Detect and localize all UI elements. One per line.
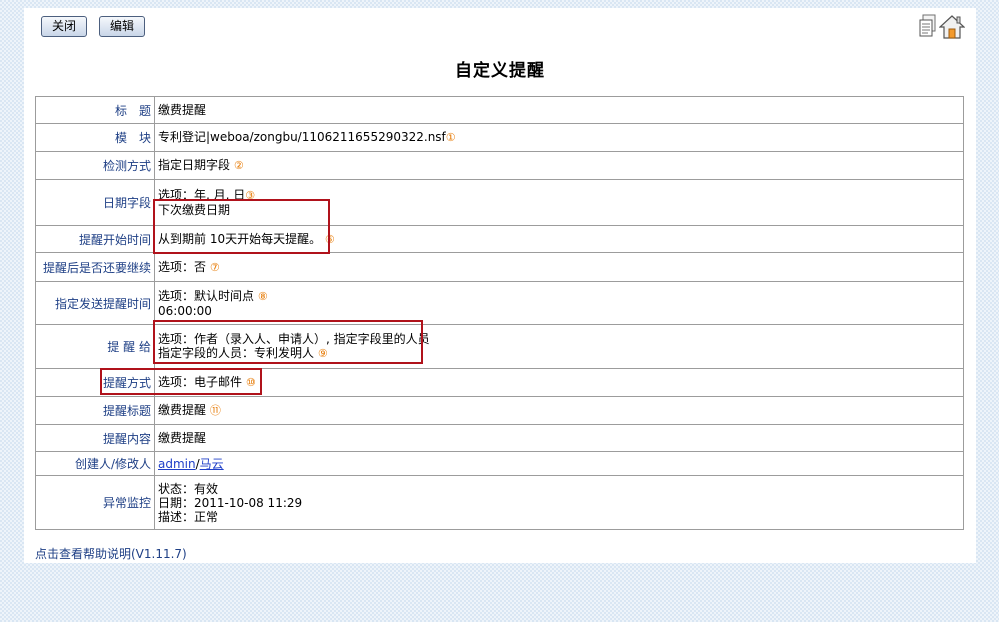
continue-value: 选项：否 [158, 259, 207, 274]
monitor-description: 描述：正常 [158, 509, 219, 524]
document-icon[interactable] [919, 14, 937, 38]
field-label-module: 模 块 [35, 123, 155, 152]
edit-button[interactable]: 编辑 [99, 16, 146, 37]
field-label-subject: 提醒标题 [35, 396, 155, 425]
field-label-title: 标 题 [35, 96, 155, 124]
table-row: 提醒方式 选项：电子邮件 ⑩ [35, 368, 964, 397]
table-row: 日期字段 选项：年, 月, 日③ 下次缴费日期 [35, 179, 964, 226]
field-label-sendtime: 指定发送提醒时间 [35, 281, 155, 325]
field-label-creator: 创建人/修改人 [35, 451, 155, 476]
field-value-remind-to: 选项：作者（录入人、申请人）, 指定字段里的人员 指定字段的人员：专利发明人 ⑨ [154, 324, 964, 369]
remind-to-people: 指定字段的人员：专利发明人 [158, 346, 315, 360]
marker-3: ③ [245, 189, 256, 202]
field-value-monitor: 状态：有效 日期：2011-10-08 11:29 描述：正常 [154, 475, 964, 530]
modifier-link[interactable]: 马云 [200, 457, 224, 471]
field-value-detect: 指定日期字段 ② [154, 151, 964, 180]
field-value-creator: admin/马云 [154, 451, 964, 476]
content-value: 缴费提醒 [158, 431, 207, 445]
marker-9: ⑨ [317, 347, 328, 360]
table-row: 提 醒 给 选项：作者（录入人、申请人）, 指定字段里的人员 指定字段的人员：专… [35, 324, 964, 369]
table-row: 异常监控 状态：有效 日期：2011-10-08 11:29 描述：正常 [35, 475, 964, 530]
main-panel: 关闭 编辑 自定义提醒 标 题 缴费提醒 模 块 专利登记|weboa/zong… [24, 8, 976, 563]
field-value-start: 从到期前 10天开始每天提醒。 ⑥ [154, 225, 964, 253]
datefield-options: 选项：年, 月, 日 [158, 188, 246, 202]
field-value-subject: 缴费提醒 ⑪ [154, 396, 964, 425]
field-value-module: 专利登记|weboa/zongbu/1106211655290322.nsf① [154, 123, 964, 152]
marker-2: ② [233, 159, 244, 172]
method-value: 选项：电子邮件 [158, 375, 243, 389]
marker-7: ⑦ [209, 260, 220, 274]
field-label-continue: 提醒后是否还要继续 [35, 252, 155, 282]
creator-link[interactable]: admin [158, 457, 196, 471]
field-value-content: 缴费提醒 [154, 424, 964, 452]
field-value-continue: 选项：否 ⑦ [154, 252, 964, 282]
table-row: 检测方式 指定日期字段 ② [35, 151, 964, 180]
page-title: 自定义提醒 [455, 61, 545, 81]
marker-10: ⑩ [245, 376, 256, 389]
table-row: 提醒内容 缴费提醒 [35, 424, 964, 452]
marker-11: ⑪ [209, 404, 221, 417]
home-icon[interactable] [939, 14, 965, 40]
table-row: 提醒标题 缴费提醒 ⑪ [35, 396, 964, 425]
field-label-start: 提醒开始时间 [35, 225, 155, 253]
sendtime-option: 选项：默认时间点 [158, 288, 255, 303]
table-row: 指定发送提醒时间 选项：默认时间点 ⑧ 06:00:00 [35, 281, 964, 325]
table-row: 模 块 专利登记|weboa/zongbu/1106211655290322.n… [35, 123, 964, 152]
field-label-monitor: 异常监控 [35, 475, 155, 530]
module-value: 专利登记|weboa/zongbu/1106211655290322.nsf [158, 130, 446, 144]
remind-to-options: 选项：作者（录入人、申请人）, 指定字段里的人员 [158, 332, 430, 346]
sendtime-value: 06:00:00 [158, 303, 212, 318]
help-link[interactable]: 点击查看帮助说明(V1.11.7) [35, 545, 187, 562]
field-value-method: 选项：电子邮件 ⑩ [154, 368, 964, 397]
field-label-method: 提醒方式 [35, 368, 155, 397]
field-label-datefield: 日期字段 [35, 179, 155, 226]
datefield-value: 下次缴费日期 [158, 203, 231, 217]
detect-value: 指定日期字段 [158, 158, 231, 172]
table-row: 创建人/修改人 admin/马云 [35, 451, 964, 476]
marker-8: ⑧ [257, 289, 268, 303]
table-row: 标 题 缴费提醒 [35, 96, 964, 124]
marker-6: ⑥ [324, 232, 335, 246]
close-button[interactable]: 关闭 [41, 16, 88, 37]
reminder-form-table: 标 题 缴费提醒 模 块 专利登记|weboa/zongbu/110621165… [35, 96, 964, 530]
field-label-remind-to: 提 醒 给 [35, 324, 155, 369]
field-label-content: 提醒内容 [35, 424, 155, 452]
field-label-detect: 检测方式 [35, 151, 155, 180]
field-value-datefield: 选项：年, 月, 日③ 下次缴费日期 [154, 179, 964, 226]
field-value-sendtime: 选项：默认时间点 ⑧ 06:00:00 [154, 281, 964, 325]
monitor-date: 日期：2011-10-08 11:29 [158, 495, 303, 510]
start-value: 从到期前 10天开始每天提醒。 [158, 231, 322, 246]
monitor-status: 状态：有效 [158, 481, 219, 496]
marker-1: ① [445, 131, 456, 144]
title-value: 缴费提醒 [158, 103, 207, 117]
table-row: 提醒开始时间 从到期前 10天开始每天提醒。 ⑥ [35, 225, 964, 253]
subject-value: 缴费提醒 [158, 403, 207, 417]
field-value-title: 缴费提醒 [154, 96, 964, 124]
table-row: 提醒后是否还要继续 选项：否 ⑦ [35, 252, 964, 282]
